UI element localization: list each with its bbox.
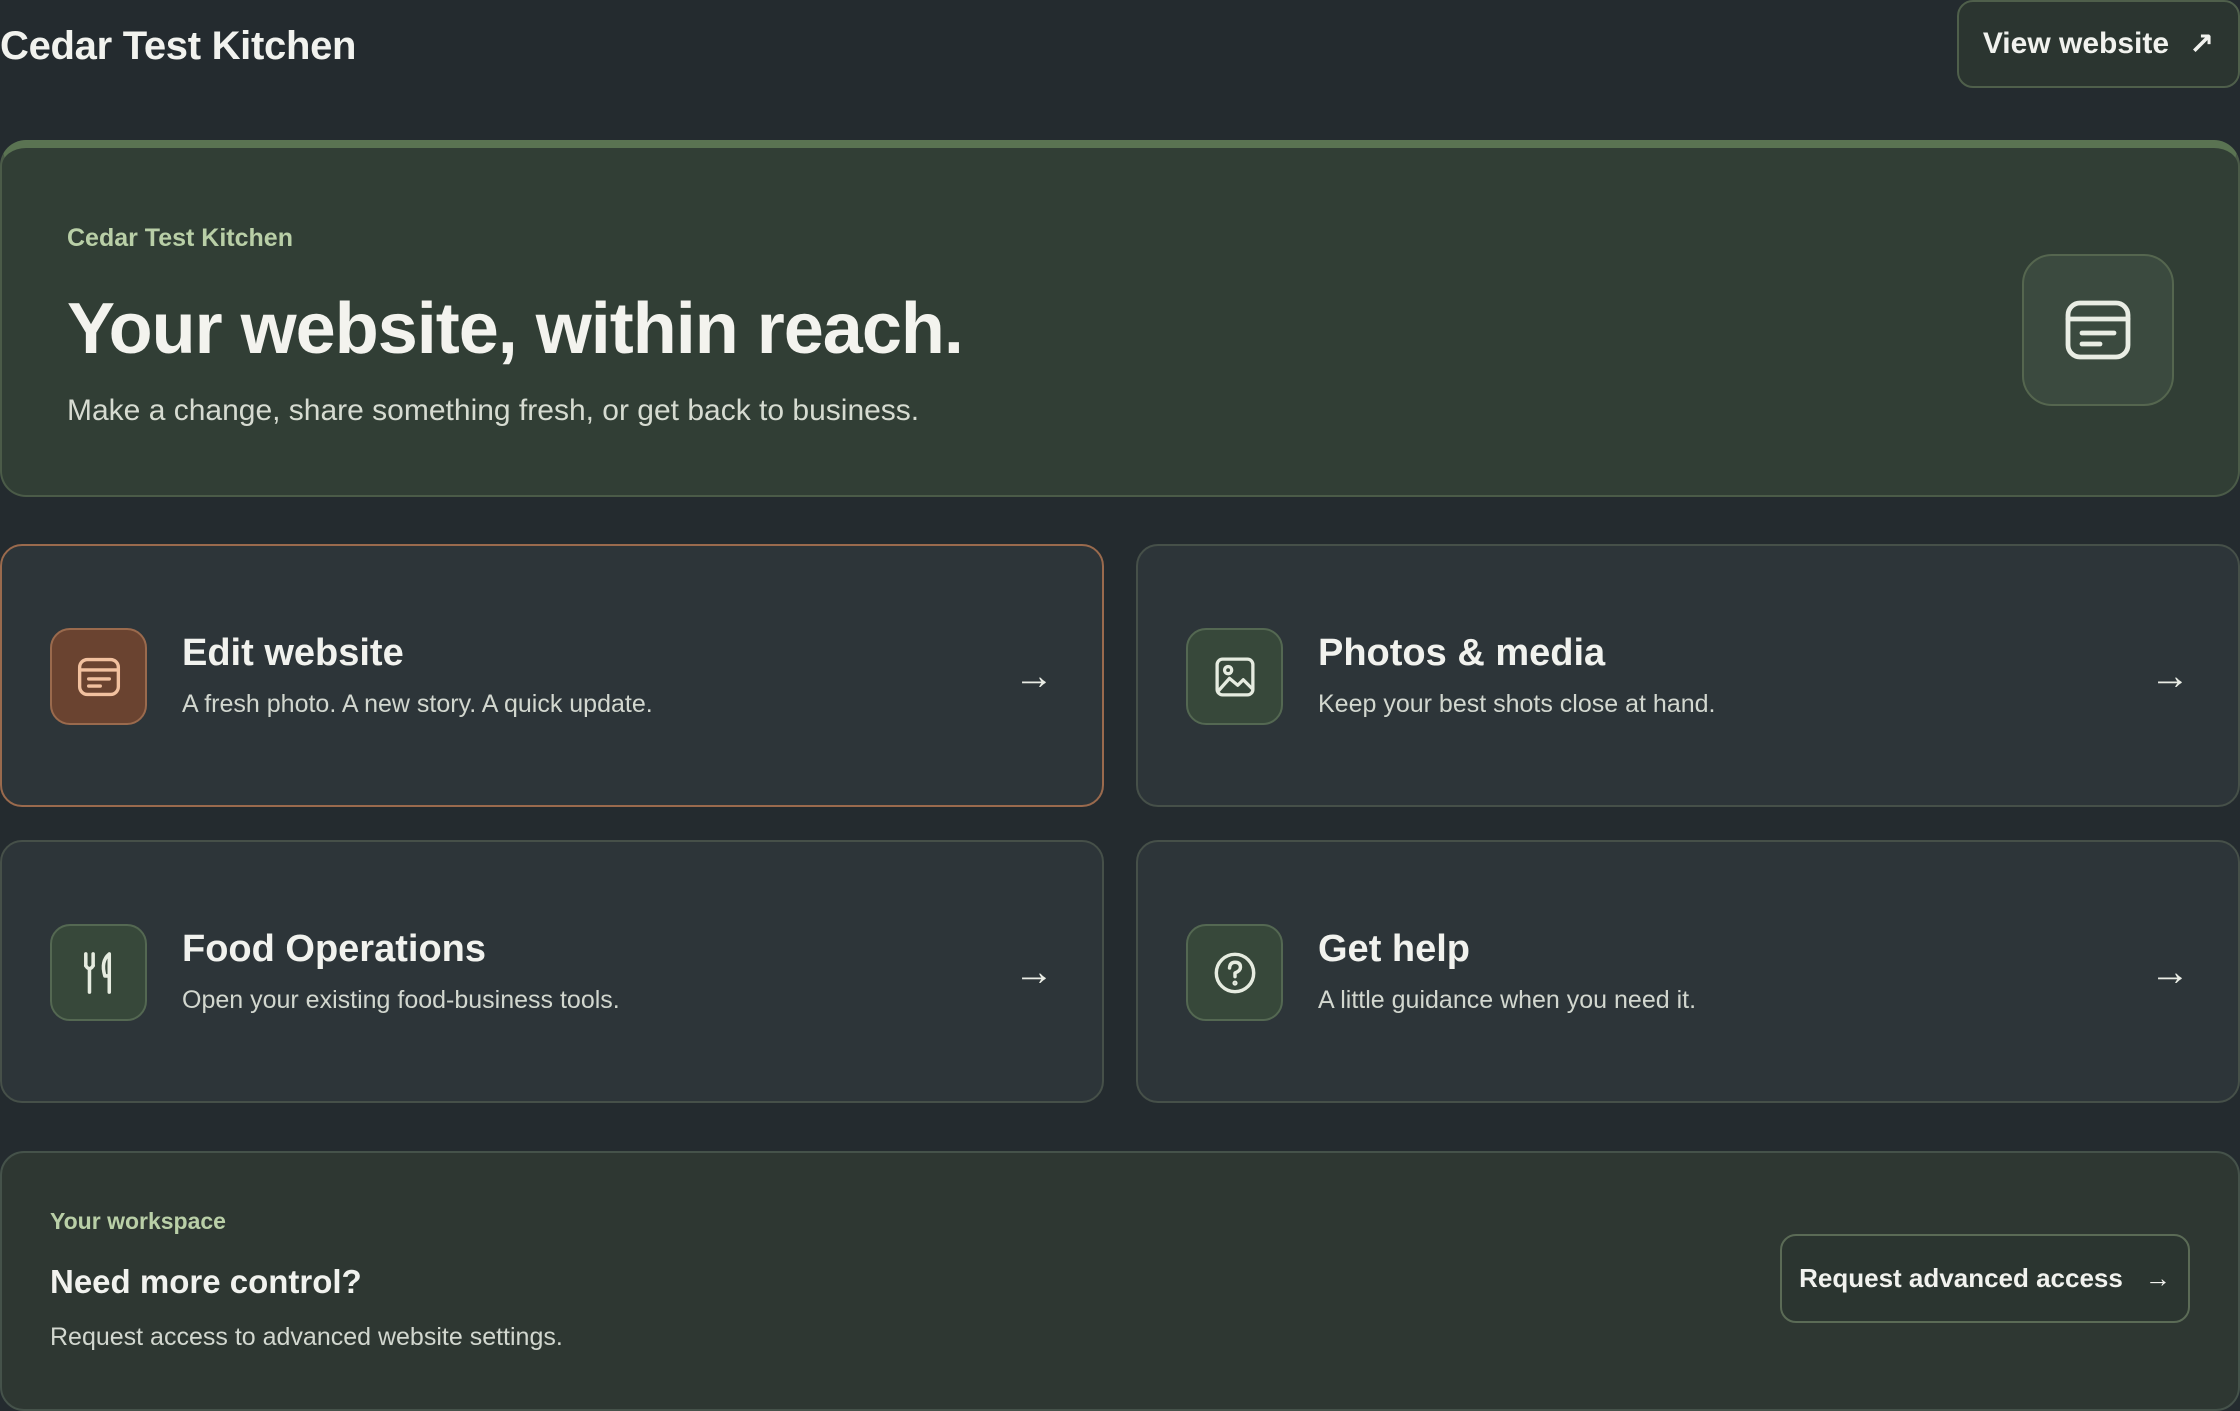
utensils-icon [50,924,147,1021]
arrow-right-icon: → [1014,950,1054,994]
card-title: Get help [1318,928,1471,970]
card-title: Food Operations [182,928,486,970]
hero-subtitle: Make a change, share something fresh, or… [67,394,920,427]
arrow-right-icon: → [1014,654,1054,698]
workspace-description: Request access to advanced website setti… [50,1323,563,1351]
image-icon [1186,628,1283,725]
external-link-icon: ↗ [2189,27,2215,61]
photos-media-card[interactable]: Photos & media Keep your best shots clos… [1136,544,2240,807]
workspace-title: Need more control? [50,1263,362,1300]
top-bar: Cedar Test Kitchen View website ↗ [0,0,2240,90]
edit-layout-icon [50,628,147,725]
card-description: A little guidance when you need it. [1318,986,1697,1014]
card-description: A fresh photo. A new story. A quick upda… [182,690,653,718]
request-advanced-access-label: Request advanced access [1799,1263,2123,1293]
brand-title: Cedar Test Kitchen [0,24,357,68]
view-website-button[interactable]: View website ↗ [1957,0,2240,88]
food-operations-card[interactable]: Food Operations Open your existing food-… [0,840,1104,1103]
get-help-card[interactable]: Get help A little guidance when you need… [1136,840,2240,1103]
view-website-label: View website [1982,27,2170,60]
request-advanced-access-button[interactable]: Request advanced access → [1780,1234,2190,1323]
arrow-right-icon: → [2150,950,2190,994]
help-circle-icon [1186,924,1283,1021]
card-title: Edit website [182,632,404,674]
workspace-eyebrow: Your workspace [50,1208,226,1234]
hero-panel: Cedar Test Kitchen Your website, within … [0,140,2240,497]
edit-website-card[interactable]: Edit website A fresh photo. A new story.… [0,544,1104,807]
hero-title: Your website, within reach. [67,289,964,369]
arrow-right-icon: → [2150,654,2190,698]
hero-eyebrow: Cedar Test Kitchen [67,224,293,252]
layout-icon [2022,254,2174,406]
card-description: Open your existing food-business tools. [182,986,620,1014]
workspace-panel: Your workspace Need more control? Reques… [0,1151,2240,1411]
card-description: Keep your best shots close at hand. [1318,690,1716,718]
card-title: Photos & media [1318,632,1606,674]
arrow-right-icon: → [2144,1263,2171,1293]
